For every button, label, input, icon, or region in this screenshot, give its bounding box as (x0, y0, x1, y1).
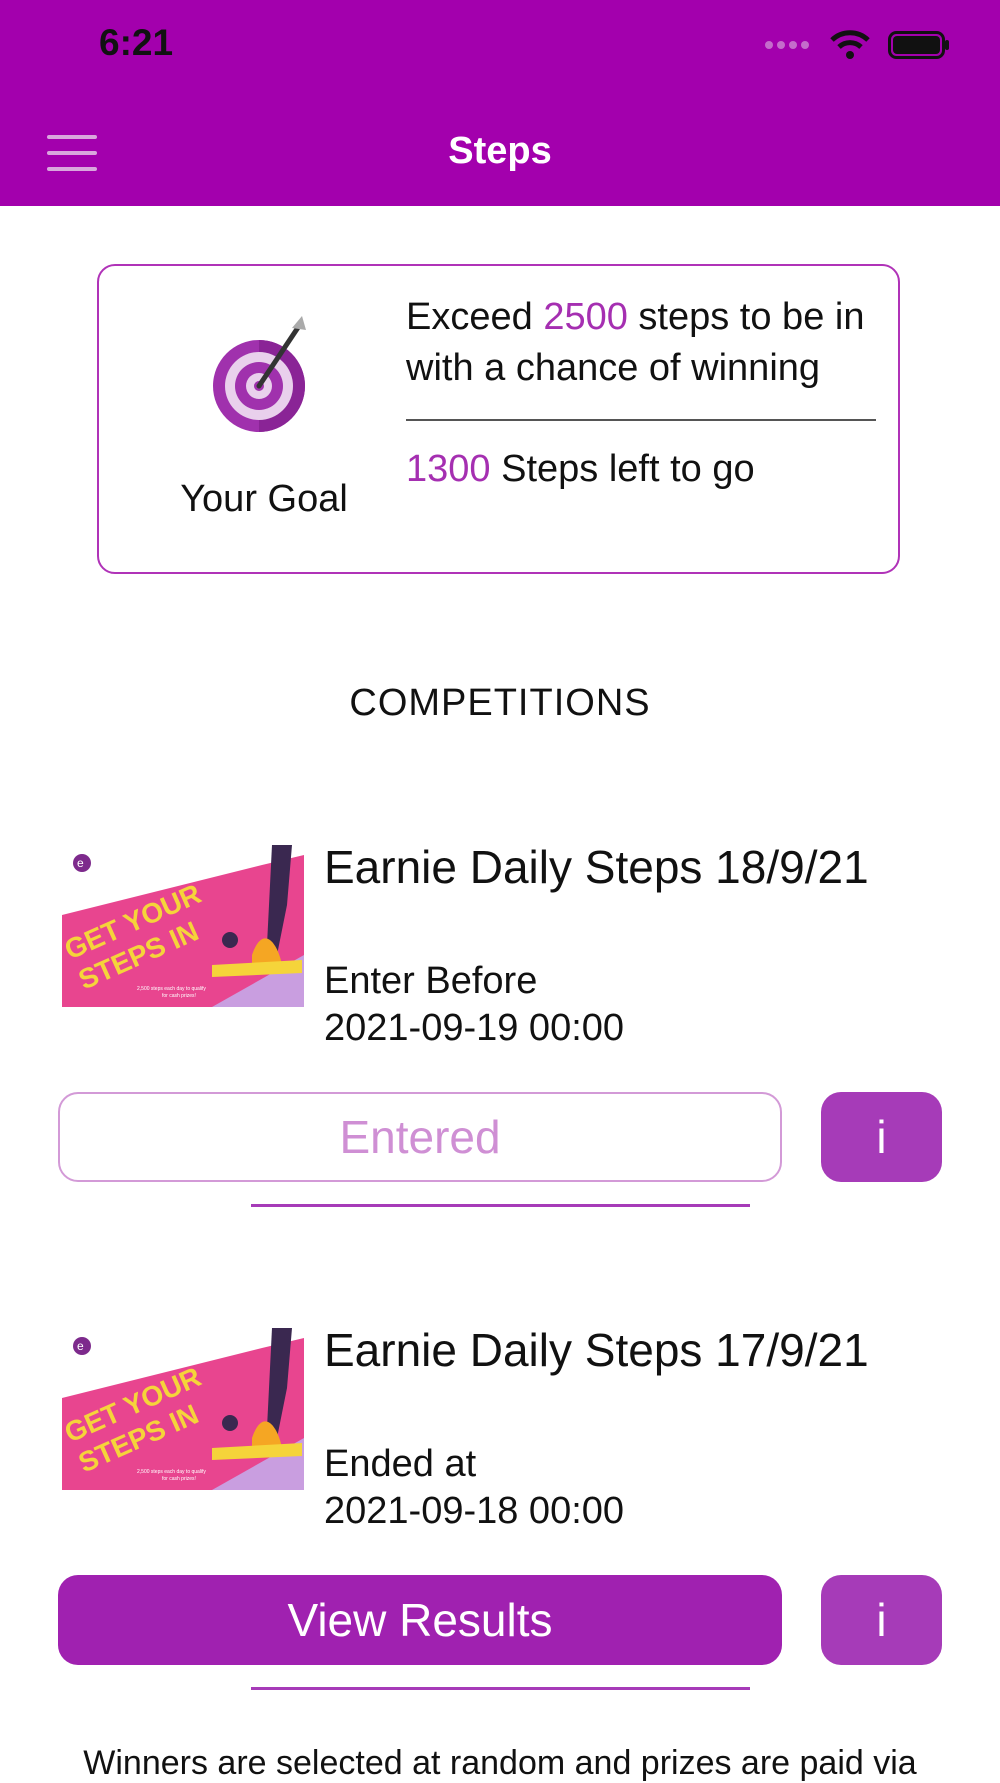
info-button[interactable]: i (821, 1575, 942, 1665)
competition-separator (251, 1204, 750, 1207)
banner-fine-print-1: 2,500 steps each day to qualify (137, 1469, 206, 1475)
view-results-button[interactable]: View Results (58, 1575, 782, 1665)
target-icon (213, 316, 306, 432)
entered-button[interactable]: Entered (58, 1092, 782, 1182)
competition-title: Earnie Daily Steps 18/9/21 (324, 841, 869, 893)
svg-text:e: e (77, 856, 84, 870)
steps-left: 1300 Steps left to go (406, 448, 755, 491)
banner-fine-print-2: for cash prizes! (162, 1476, 196, 1482)
banner-fine-print-2: for cash prizes! (162, 993, 196, 999)
info-button[interactable]: i (821, 1092, 942, 1182)
goal-steps-value: 2500 (543, 296, 628, 338)
competition-date-label: Ended at (324, 1443, 477, 1485)
page-title: Steps (448, 130, 552, 172)
competitions-heading: COMPETITIONS (349, 682, 651, 724)
nav-bar: Steps (0, 100, 1000, 206)
goal-label: Your Goal (180, 478, 348, 520)
competition-date-label: Enter Before (324, 960, 538, 1002)
goal-card: Your Goal Exceed 2500 steps to be in wit… (97, 264, 900, 574)
competition-banner-image: e GET YOUR STEPS IN 2,500 steps each day… (62, 845, 304, 1007)
goal-text-prefix: Exceed (406, 296, 533, 338)
status-icons (764, 30, 950, 60)
competition-separator (251, 1687, 750, 1690)
competition-banner-image: e GET YOUR STEPS IN 2,500 steps each day… (62, 1328, 304, 1490)
status-bar: 6:21 (0, 0, 1000, 100)
banner-fine-print-1: 2,500 steps each day to qualify (137, 986, 206, 992)
goal-divider (406, 419, 876, 421)
competition-date: 2021-09-19 00:00 (324, 1007, 625, 1049)
steps-left-value: 1300 (406, 448, 491, 490)
competition-date: 2021-09-18 00:00 (324, 1490, 625, 1532)
competition-title: Earnie Daily Steps 17/9/21 (324, 1324, 869, 1376)
goal-description: Exceed 2500 steps to be in with a chance… (406, 292, 876, 394)
steps-left-text: Steps left to go (501, 448, 755, 490)
signal-icon (765, 41, 809, 49)
winners-info-text: Winners are selected at random and prize… (83, 1744, 917, 1782)
svg-text:e: e (77, 1339, 84, 1353)
wifi-icon (830, 30, 870, 59)
battery-icon (888, 31, 949, 59)
status-time: 6:21 (99, 22, 174, 63)
